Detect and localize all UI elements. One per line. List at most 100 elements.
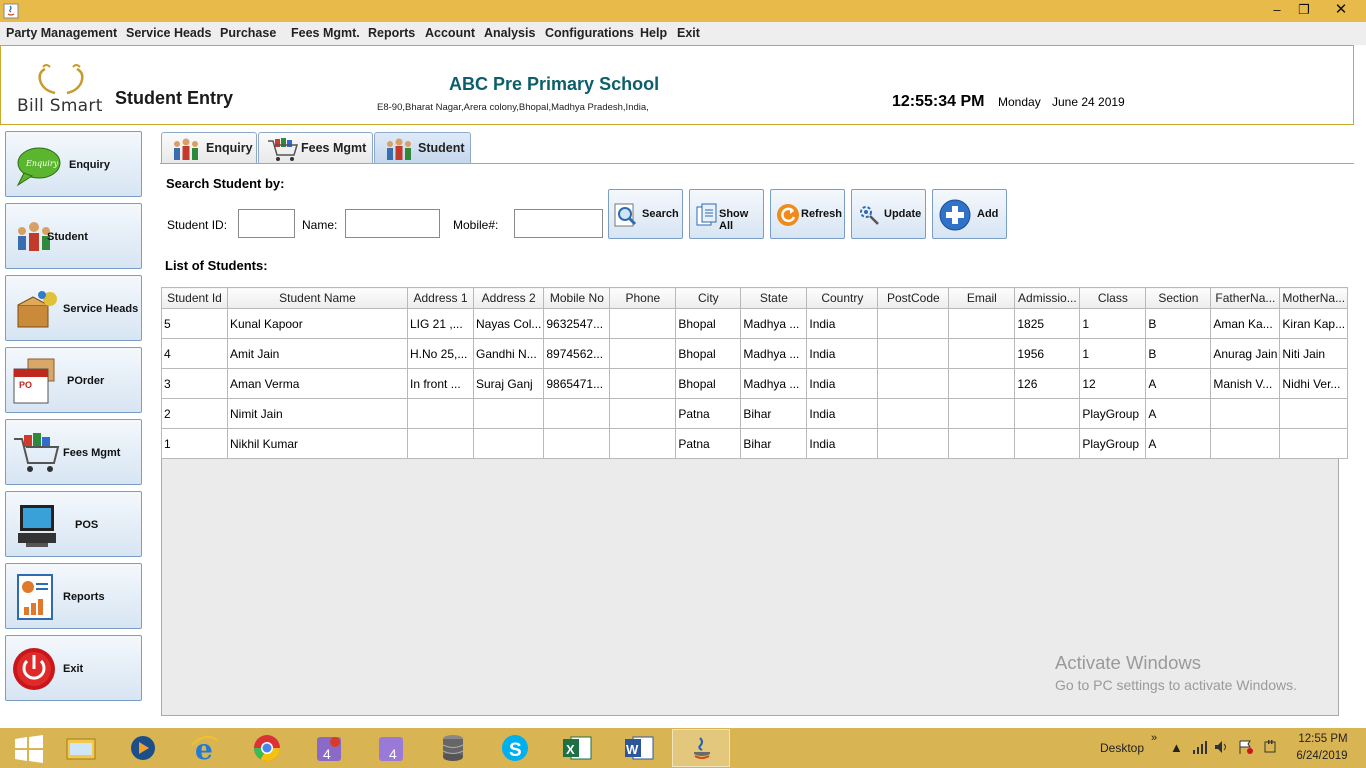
table-cell[interactable]: Patna xyxy=(675,428,742,459)
minimize-button[interactable]: – xyxy=(1263,0,1291,22)
column-header[interactable]: State xyxy=(740,287,808,309)
tab-student[interactable]: Student xyxy=(374,132,471,164)
table-row[interactable]: 5 Kunal Kapoor LIG 21 ,... Nayas Col... 9632… xyxy=(161,308,1349,339)
taskbar-file-explorer[interactable] xyxy=(52,729,110,767)
menu-party-management[interactable]: Party Management xyxy=(6,26,117,40)
column-header[interactable]: MotherNa... xyxy=(1279,287,1349,309)
table-cell[interactable]: Bihar xyxy=(740,428,808,459)
table-cell[interactable]: Bhopal xyxy=(675,338,742,369)
sidebar-service-heads-button[interactable]: Service Heads xyxy=(5,275,142,341)
table-cell[interactable]: Suraj Ganj xyxy=(472,368,545,399)
sidebar-enquiry-button[interactable]: Enquiry Enquiry xyxy=(5,131,142,197)
table-cell[interactable]: PlayGroup xyxy=(1079,428,1147,459)
sidebar-pos-button[interactable]: POS xyxy=(5,491,142,557)
table-cell[interactable]: 1 xyxy=(161,428,228,459)
table-cell[interactable]: Nayas Col... xyxy=(472,308,545,339)
taskbar-app-4b[interactable]: 4 xyxy=(362,729,420,767)
table-cell[interactable]: 126 xyxy=(1014,368,1081,399)
table-cell[interactable] xyxy=(948,428,1016,459)
sidebar-student-button[interactable]: Student xyxy=(5,203,142,269)
column-header[interactable]: Email xyxy=(948,287,1016,309)
taskbar-time[interactable]: 12:55 PM xyxy=(1298,733,1348,745)
table-cell[interactable] xyxy=(407,398,474,429)
table-cell[interactable] xyxy=(543,398,611,429)
action-center-flag-icon[interactable] xyxy=(1238,740,1254,754)
table-cell[interactable] xyxy=(609,338,677,369)
power-plug-icon[interactable] xyxy=(1262,740,1278,754)
column-header[interactable]: Admissio... xyxy=(1014,287,1081,309)
table-cell[interactable] xyxy=(609,398,677,429)
table-cell[interactable]: Bhopal xyxy=(675,308,742,339)
table-cell[interactable]: Manish V... xyxy=(1210,368,1281,399)
column-header[interactable]: FatherNa... xyxy=(1210,287,1281,309)
table-cell[interactable]: Aman Verma xyxy=(227,368,408,399)
table-cell[interactable] xyxy=(609,368,677,399)
table-row[interactable]: 2 Nimit Jain Patna Bihar India PlayGroup A xyxy=(161,398,1349,429)
table-cell[interactable]: 8974562... xyxy=(543,338,611,369)
table-cell[interactable]: A xyxy=(1145,398,1212,429)
student-id-input[interactable] xyxy=(238,209,295,238)
table-cell[interactable] xyxy=(877,368,950,399)
mobile-input[interactable] xyxy=(514,209,603,238)
table-cell[interactable] xyxy=(1210,428,1281,459)
table-cell[interactable] xyxy=(1014,428,1081,459)
sidebar-exit-button[interactable]: Exit xyxy=(5,635,142,701)
table-cell[interactable]: Amit Jain xyxy=(227,338,408,369)
table-cell[interactable]: H.No 25,... xyxy=(407,338,474,369)
toolbar-expand-chevron[interactable]: » xyxy=(1151,732,1157,744)
table-cell[interactable] xyxy=(472,428,545,459)
menu-configurations[interactable]: Configurations xyxy=(545,26,634,40)
table-cell[interactable] xyxy=(877,428,950,459)
table-cell[interactable] xyxy=(609,428,677,459)
table-cell[interactable]: Madhya ... xyxy=(740,308,808,339)
network-signal-icon[interactable] xyxy=(1192,740,1208,754)
restore-button[interactable]: ❐ xyxy=(1290,0,1318,22)
table-cell[interactable] xyxy=(543,428,611,459)
tab-fees-mgmt[interactable]: Fees Mgmt xyxy=(258,132,373,164)
table-cell[interactable]: A xyxy=(1145,368,1212,399)
taskbar-excel[interactable]: X xyxy=(548,729,606,767)
table-cell[interactable] xyxy=(877,338,950,369)
table-cell[interactable]: India xyxy=(806,338,879,369)
update-button[interactable]: Update xyxy=(851,189,926,239)
table-cell[interactable] xyxy=(1279,428,1349,459)
taskbar-internet-explorer[interactable]: e xyxy=(176,729,234,767)
taskbar-app-4[interactable]: 4 xyxy=(300,729,358,767)
table-cell[interactable]: Madhya ... xyxy=(740,338,808,369)
table-cell[interactable]: Nidhi Ver... xyxy=(1279,368,1349,399)
column-header[interactable]: Phone xyxy=(609,287,677,309)
table-cell[interactable]: 5 xyxy=(161,308,228,339)
menu-account[interactable]: Account xyxy=(425,26,475,40)
table-cell[interactable]: B xyxy=(1145,308,1212,339)
column-header[interactable]: PostCode xyxy=(877,287,950,309)
table-cell[interactable] xyxy=(1210,398,1281,429)
taskbar-database[interactable] xyxy=(424,729,482,767)
table-row[interactable]: 1 Nikhil Kumar Patna Bihar India PlayGroup A xyxy=(161,428,1349,459)
table-cell[interactable]: 9865471... xyxy=(543,368,611,399)
search-button[interactable]: Search xyxy=(608,189,683,239)
table-cell[interactable]: PlayGroup xyxy=(1079,398,1147,429)
column-header[interactable]: Section xyxy=(1145,287,1212,309)
table-cell[interactable]: Nikhil Kumar xyxy=(227,428,408,459)
sidebar-porder-button[interactable]: PO POrder xyxy=(5,347,142,413)
column-header[interactable]: Address 2 xyxy=(472,287,545,309)
show-all-button[interactable]: Show All xyxy=(689,189,764,239)
close-button[interactable]: ✕ xyxy=(1326,0,1356,22)
table-cell[interactable]: In front ... xyxy=(407,368,474,399)
column-header[interactable]: City xyxy=(675,287,742,309)
table-cell[interactable]: Aman Ka... xyxy=(1210,308,1281,339)
taskbar-chrome[interactable] xyxy=(238,729,296,767)
table-cell[interactable] xyxy=(1014,398,1081,429)
table-cell[interactable]: India xyxy=(806,428,879,459)
table-cell[interactable]: Anurag Jain xyxy=(1210,338,1281,369)
table-cell[interactable] xyxy=(948,398,1016,429)
table-cell[interactable] xyxy=(948,308,1016,339)
sidebar-reports-button[interactable]: Reports xyxy=(5,563,142,629)
menu-fees-mgmt[interactable]: Fees Mgmt. xyxy=(291,26,360,40)
start-button[interactable] xyxy=(0,729,58,767)
table-cell[interactable]: 1 xyxy=(1079,338,1147,369)
table-cell[interactable]: Patna xyxy=(675,398,742,429)
name-input[interactable] xyxy=(345,209,440,238)
table-cell[interactable]: Kiran Kap... xyxy=(1279,308,1349,339)
table-cell[interactable]: Bihar xyxy=(740,398,808,429)
